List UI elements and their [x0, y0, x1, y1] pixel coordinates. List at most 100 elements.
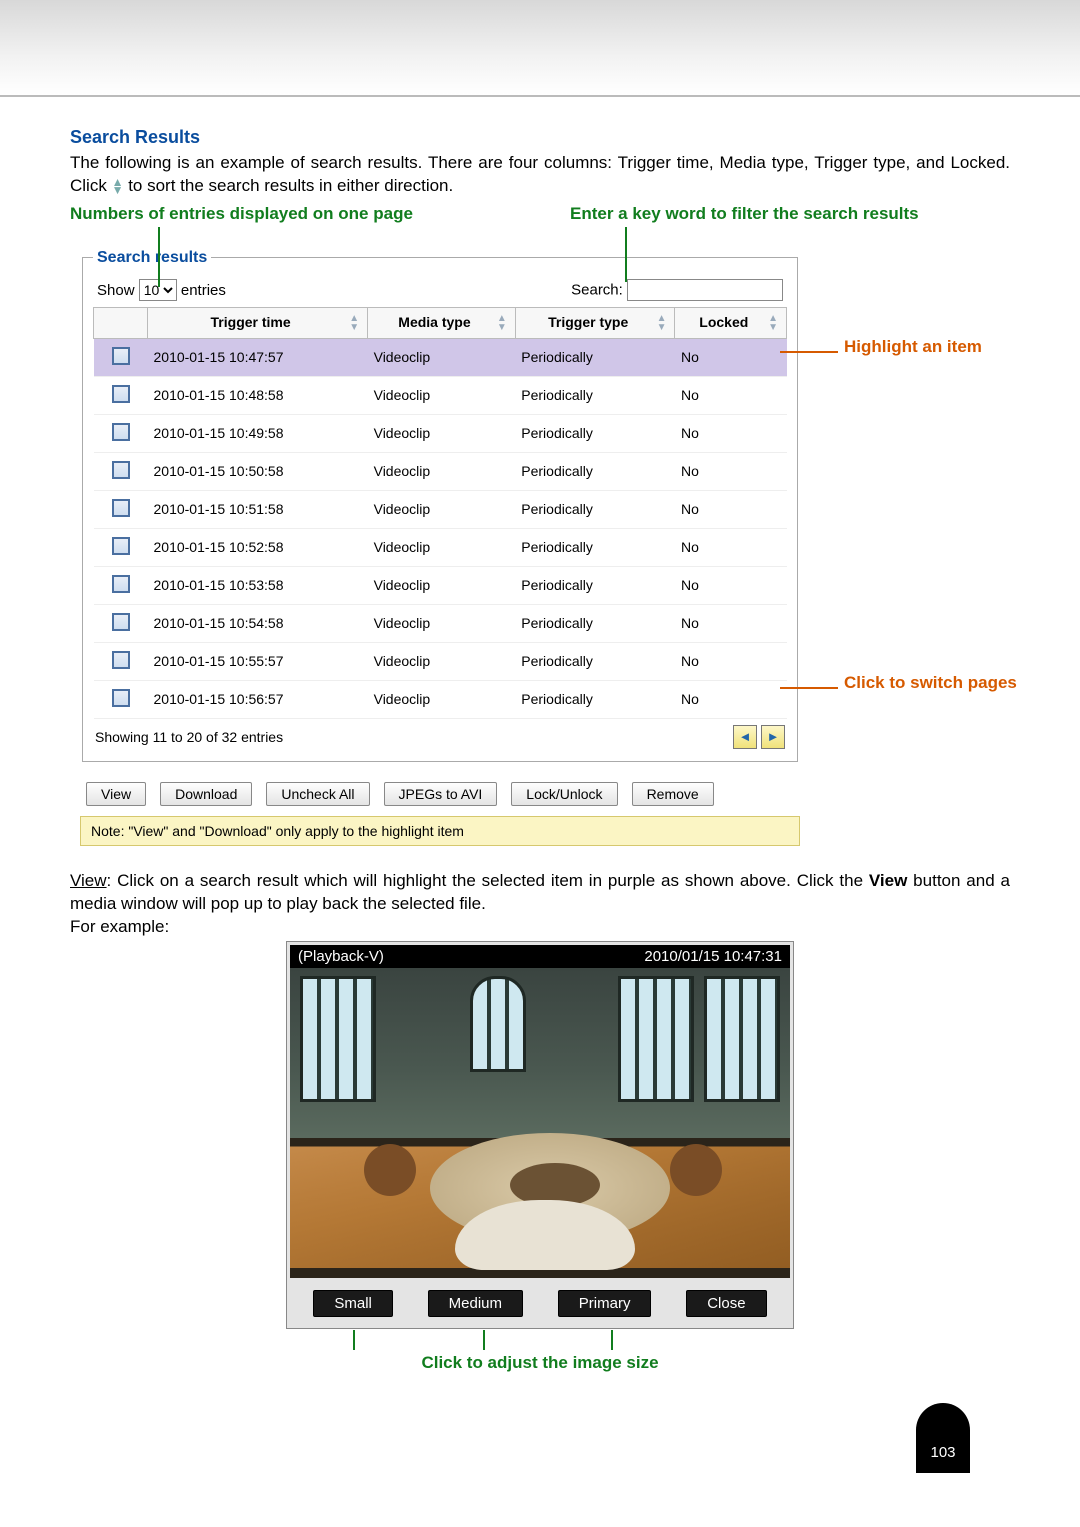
col-media-type-label: Media type [398, 314, 470, 330]
cell-trigger-time: 2010-01-15 10:49:58 [148, 414, 368, 452]
annot-entries-per-page: Numbers of entries displayed on one page [70, 204, 413, 223]
uncheck-all-button[interactable]: Uncheck All [266, 782, 369, 806]
annot-line-primary [611, 1330, 613, 1350]
annot-line-small [353, 1330, 355, 1350]
cell-trigger-type: Periodically [515, 680, 675, 718]
playback-close-button[interactable]: Close [686, 1290, 766, 1317]
playback-window: (Playback-V) 2010/01/15 10:47:31 Small M… [286, 941, 794, 1329]
annot-line-medium [483, 1330, 485, 1350]
top-banner [0, 0, 1080, 97]
checkbox-icon[interactable] [112, 689, 130, 707]
cell-locked: No [675, 680, 787, 718]
intro-text-2: to sort the search results in either dir… [128, 176, 453, 195]
view-button[interactable]: View [86, 782, 146, 806]
checkbox-icon[interactable] [112, 651, 130, 669]
entries-suffix: entries [181, 282, 226, 299]
col-trigger-time-label: Trigger time [211, 314, 291, 330]
lock-unlock-button[interactable]: Lock/Unlock [511, 782, 617, 806]
cell-media-type: Videoclip [368, 490, 516, 528]
table-row[interactable]: 2010-01-15 10:54:58VideoclipPeriodically… [94, 604, 787, 642]
playback-small-button[interactable]: Small [313, 1290, 393, 1317]
cell-trigger-type: Periodically [515, 566, 675, 604]
checkbox-icon[interactable] [112, 461, 130, 479]
cell-locked: No [675, 338, 787, 376]
table-row[interactable]: 2010-01-15 10:55:57VideoclipPeriodically… [94, 642, 787, 680]
col-locked[interactable]: Locked▲▼ [675, 307, 787, 338]
checkbox-icon[interactable] [112, 537, 130, 555]
playback-medium-button[interactable]: Medium [428, 1290, 523, 1317]
col-checkbox[interactable] [94, 307, 148, 338]
table-row[interactable]: 2010-01-15 10:53:58VideoclipPeriodically… [94, 566, 787, 604]
view-bold: View [869, 871, 907, 890]
callout-line-pages [780, 687, 838, 689]
col-media-type[interactable]: Media type ▲▼ [368, 307, 516, 338]
action-button-row: View Download Uncheck All JPEGs to AVI L… [80, 782, 800, 806]
cell-locked: No [675, 414, 787, 452]
row-checkbox-cell[interactable] [94, 490, 148, 528]
row-checkbox-cell[interactable] [94, 680, 148, 718]
row-checkbox-cell[interactable] [94, 414, 148, 452]
table-row[interactable]: 2010-01-15 10:47:57VideoclipPeriodically… [94, 338, 787, 376]
cell-media-type: Videoclip [368, 604, 516, 642]
table-row[interactable]: 2010-01-15 10:49:58VideoclipPeriodically… [94, 414, 787, 452]
view-text-1: : Click on a search result which will hi… [107, 871, 869, 890]
cell-locked: No [675, 376, 787, 414]
annot-line-entries [158, 227, 160, 287]
checkbox-icon[interactable] [112, 575, 130, 593]
intro-paragraph: The following is an example of search re… [70, 152, 1010, 198]
checkbox-icon[interactable] [112, 423, 130, 441]
checkbox-icon[interactable] [112, 347, 130, 365]
cell-trigger-time: 2010-01-15 10:51:58 [148, 490, 368, 528]
cell-trigger-time: 2010-01-15 10:50:58 [148, 452, 368, 490]
playback-scene [290, 968, 790, 1278]
sort-icon: ▲▼ [112, 178, 124, 194]
row-checkbox-cell[interactable] [94, 566, 148, 604]
cell-media-type: Videoclip [368, 376, 516, 414]
table-row[interactable]: 2010-01-15 10:56:57VideoclipPeriodically… [94, 680, 787, 718]
pager-next[interactable]: ► [761, 725, 785, 749]
table-row[interactable]: 2010-01-15 10:48:58VideoclipPeriodically… [94, 376, 787, 414]
cell-trigger-time: 2010-01-15 10:56:57 [148, 680, 368, 718]
row-checkbox-cell[interactable] [94, 338, 148, 376]
table-row[interactable]: 2010-01-15 10:52:58VideoclipPeriodically… [94, 528, 787, 566]
checkbox-icon[interactable] [112, 613, 130, 631]
cell-trigger-type: Periodically [515, 338, 675, 376]
col-locked-label: Locked [699, 314, 748, 330]
cell-media-type: Videoclip [368, 452, 516, 490]
showing-info: Showing 11 to 20 of 32 entries [95, 729, 283, 745]
row-checkbox-cell[interactable] [94, 528, 148, 566]
col-trigger-type-label: Trigger type [548, 314, 628, 330]
annot-line-filter [625, 227, 627, 282]
callout-highlight-text: Highlight an item [844, 337, 982, 356]
show-label: Show [97, 282, 135, 299]
col-trigger-type[interactable]: Trigger type▲▼ [515, 307, 675, 338]
search-input[interactable] [627, 279, 783, 301]
playback-header: (Playback-V) 2010/01/15 10:47:31 [290, 945, 790, 968]
download-button[interactable]: Download [160, 782, 252, 806]
playback-controls: Small Medium Primary Close [290, 1278, 790, 1325]
cell-trigger-type: Periodically [515, 528, 675, 566]
show-entries-control: Show 10 entries [97, 279, 226, 301]
jpegs-to-avi-button[interactable]: JPEGs to AVI [384, 782, 498, 806]
col-trigger-time[interactable]: Trigger time▲▼ [148, 307, 368, 338]
pager-prev[interactable]: ◄ [733, 725, 757, 749]
table-row[interactable]: 2010-01-15 10:51:58VideoclipPeriodically… [94, 490, 787, 528]
search-label: Search: [571, 281, 623, 298]
fieldset-legend: Search results [93, 249, 211, 267]
cell-media-type: Videoclip [368, 566, 516, 604]
row-checkbox-cell[interactable] [94, 376, 148, 414]
checkbox-icon[interactable] [112, 499, 130, 517]
cell-trigger-type: Periodically [515, 604, 675, 642]
table-row[interactable]: 2010-01-15 10:50:58VideoclipPeriodically… [94, 452, 787, 490]
checkbox-icon[interactable] [112, 385, 130, 403]
callout-pages-text: Click to switch pages [844, 673, 1017, 692]
sort-icon: ▲▼ [497, 314, 507, 332]
row-checkbox-cell[interactable] [94, 642, 148, 680]
search-filter-control: Search: [571, 279, 783, 301]
callout-line-highlight [780, 351, 838, 353]
playback-primary-button[interactable]: Primary [558, 1290, 652, 1317]
row-checkbox-cell[interactable] [94, 452, 148, 490]
cell-trigger-type: Periodically [515, 376, 675, 414]
remove-button[interactable]: Remove [632, 782, 714, 806]
row-checkbox-cell[interactable] [94, 604, 148, 642]
